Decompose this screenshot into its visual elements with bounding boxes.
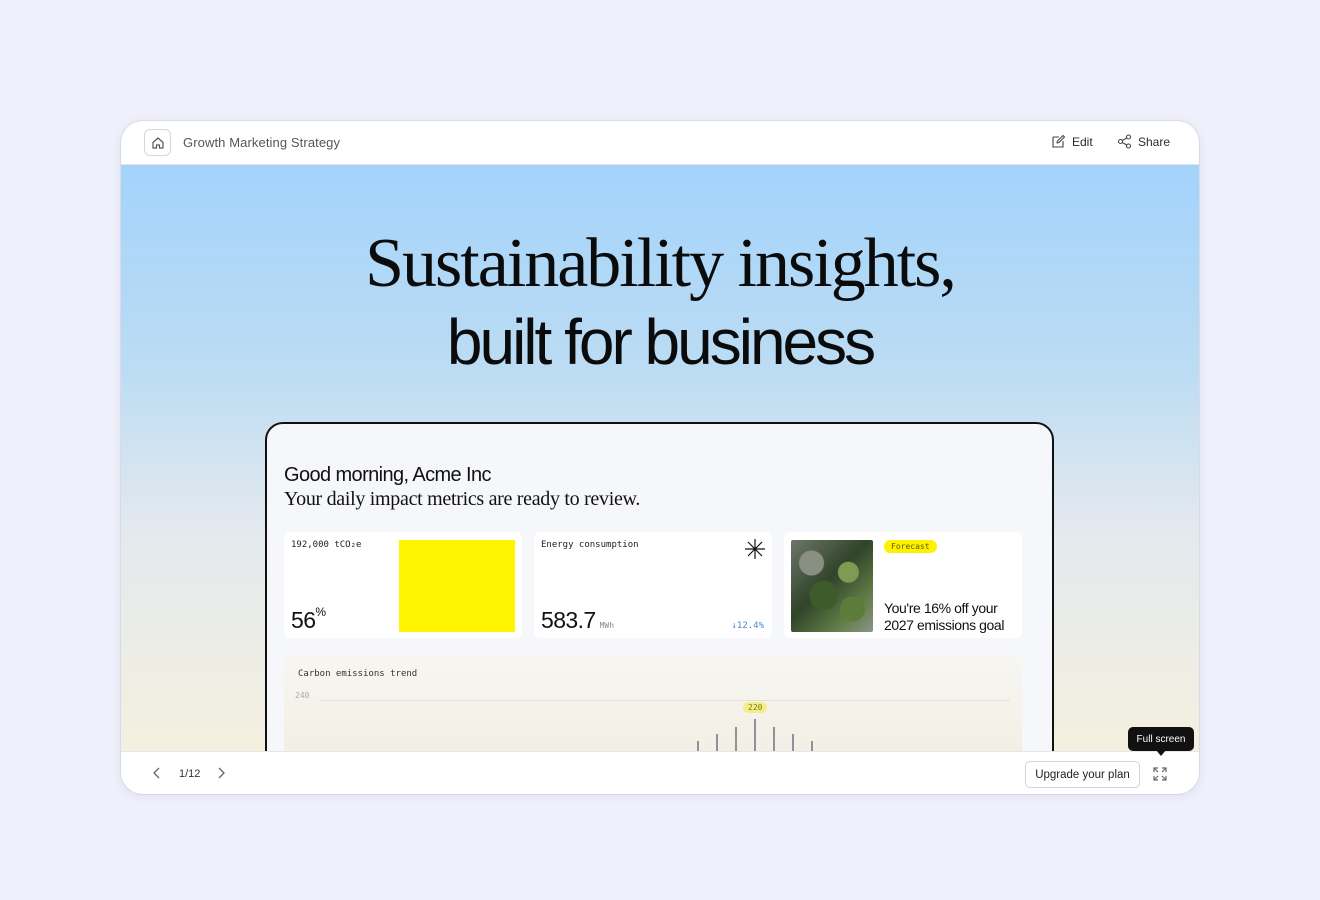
- trend-bar: [716, 734, 718, 751]
- headline-line-1: Sustainability insights,: [365, 225, 957, 302]
- share-button[interactable]: Share: [1117, 134, 1170, 149]
- share-icon: [1117, 134, 1132, 149]
- document-title: Growth Marketing Strategy: [183, 135, 341, 150]
- trend-bar: [697, 741, 699, 751]
- upgrade-plan-button[interactable]: Upgrade your plan: [1025, 761, 1140, 788]
- asterisk-icon: [745, 539, 765, 559]
- energy-card: Energy consumption 583.7 MWh ↓12.4%: [534, 532, 772, 638]
- peak-value-badge: 220: [743, 702, 768, 713]
- emissions-highlight-block: [399, 540, 515, 632]
- presentation-window: Growth Marketing Strategy Edit Share Sus…: [121, 121, 1199, 794]
- forecast-text: You're 16% off your 2027 emissions goal: [884, 600, 1005, 633]
- previous-slide-icon[interactable]: [151, 766, 163, 780]
- energy-label: Energy consumption: [541, 540, 639, 550]
- y-tick-label: 240: [295, 691, 310, 700]
- top-bar: Growth Marketing Strategy Edit Share: [121, 121, 1199, 165]
- trend-title: Carbon emissions trend: [298, 669, 418, 679]
- edit-button[interactable]: Edit: [1051, 134, 1093, 149]
- gridline: [320, 700, 1010, 701]
- trend-bar: [792, 734, 794, 751]
- share-label: Share: [1138, 134, 1171, 149]
- home-button[interactable]: [144, 129, 171, 156]
- plant-photo: [791, 540, 873, 632]
- tooltip-arrow: [1156, 750, 1166, 756]
- slide-headline: Sustainability insights, built for busin…: [121, 225, 1199, 381]
- emissions-label: 192,000 tCO₂e: [291, 540, 362, 550]
- dashboard-subtitle: Your daily impact metrics are ready to r…: [284, 488, 641, 510]
- home-icon: [151, 136, 164, 149]
- emissions-value: 56: [291, 607, 316, 633]
- slide-canvas: Sustainability insights, built for busin…: [121, 165, 1199, 751]
- edit-icon: [1052, 134, 1066, 148]
- dashboard-mockup: Good morning, Acme Inc Your daily impact…: [265, 422, 1054, 751]
- fullscreen-tooltip: Full screen: [1128, 727, 1194, 751]
- page-indicator: 1/12: [179, 768, 201, 780]
- emissions-suffix: %: [315, 605, 326, 619]
- dashboard-greeting: Good morning, Acme Inc: [284, 464, 492, 486]
- energy-delta: ↓12.4%: [731, 621, 764, 631]
- trend-bar: [811, 741, 813, 751]
- edit-label: Edit: [1072, 134, 1093, 149]
- forecast-badge: Forecast: [884, 540, 937, 553]
- energy-value: 583.7: [541, 607, 596, 633]
- emissions-percent: 56%: [291, 605, 326, 634]
- trend-bar: [735, 727, 737, 751]
- headline-line-2: built for business: [446, 306, 876, 378]
- emissions-card: 192,000 tCO₂e 56%: [284, 532, 522, 638]
- trend-bar: [773, 727, 775, 751]
- bottom-bar: 1/12 Upgrade your plan: [121, 751, 1199, 794]
- energy-value-group: 583.7 MWh: [541, 607, 614, 634]
- fullscreen-icon[interactable]: [1152, 766, 1168, 782]
- forecast-card: Forecast You're 16% off your 2027 emissi…: [784, 532, 1022, 638]
- energy-unit: MWh: [599, 621, 615, 630]
- next-slide-icon[interactable]: [215, 766, 227, 780]
- emissions-trend-card: Carbon emissions trend 240 220: [284, 654, 1022, 751]
- trend-bar: [754, 719, 756, 751]
